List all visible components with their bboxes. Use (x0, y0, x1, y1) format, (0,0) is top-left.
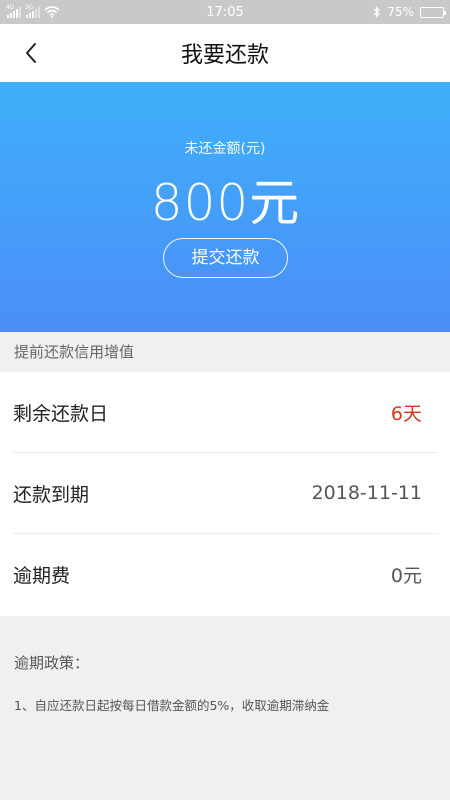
overdue-fee-value: 0元 (390, 565, 422, 587)
repayment-info-list: 剩余还款日 6天 还款到期 2018-11-11 逾期费 0元 (0, 372, 450, 616)
due-date-value: 2018-11-11 (311, 482, 422, 504)
nav-bar: 我要还款 (0, 24, 450, 82)
back-button[interactable] (14, 36, 48, 70)
overdue-policy: 逾期政策： 1、自应还款日起按每日借款金额的5%，收取逾期滞纳金 (0, 616, 450, 800)
policy-title: 逾期政策： (14, 654, 90, 672)
row-label: 还款到期 (13, 483, 90, 506)
repayment-summary: 未还金额(元) 800元 提交还款 (0, 82, 450, 332)
status-time: 17:05 (206, 4, 244, 20)
battery-icon (420, 6, 446, 18)
overdue-fee-row: 逾期费 0元 (13, 534, 438, 615)
bluetooth-icon (373, 6, 381, 18)
outstanding-amount: 800元 (0, 170, 450, 236)
battery-percent: 75% (387, 5, 414, 19)
amount-unit: 元 (249, 174, 300, 232)
signal-icon-sim2: 3G (25, 4, 40, 18)
remaining-days-value: 6天 (390, 402, 422, 425)
amount-value: 800 (150, 174, 250, 232)
remaining-days-row: 剩余还款日 6天 (13, 372, 438, 453)
status-bar: 4G 3G 17:05 75% (0, 0, 450, 24)
row-label: 剩余还款日 (13, 402, 109, 425)
row-label: 逾期费 (13, 565, 71, 587)
page-title: 我要还款 (180, 43, 269, 68)
section-header: 提前还款信用增值 (0, 332, 450, 372)
chevron-left-icon (26, 43, 36, 63)
status-left: 4G 3G (0, 4, 150, 18)
wifi-icon (44, 6, 60, 18)
due-date-row: 还款到期 2018-11-11 (13, 453, 438, 534)
signal-icon-sim1: 4G (6, 4, 21, 18)
outstanding-amount-label: 未还金额(元) (184, 141, 266, 157)
status-right: 75% (300, 5, 450, 19)
policy-item: 1、自应还款日起按每日借款金额的5%，收取逾期滞纳金 (14, 698, 330, 713)
submit-repayment-button[interactable]: 提交还款 (163, 238, 288, 278)
